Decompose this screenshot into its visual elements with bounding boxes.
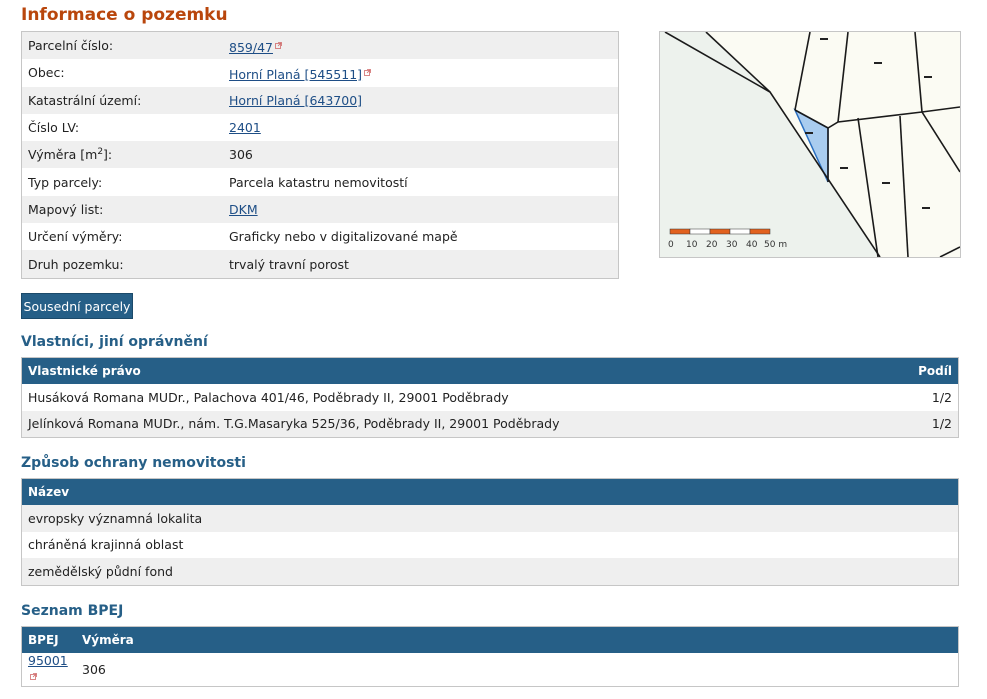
owners-table: Vlastnické právo Podíl Husáková Romana M… <box>21 357 959 438</box>
scale-segment <box>729 228 751 235</box>
owner-name: Jelínková Romana MUDr., nám. T.G.Masaryk… <box>21 410 886 438</box>
label-map-sheet: Mapový list: <box>21 195 223 224</box>
header-bpej: BPEJ <box>21 626 76 653</box>
row-municipality: Obec: Horní Planá [545511] <box>21 59 619 87</box>
value-parcel-type: Parcela katastru nemovitostí <box>223 168 619 196</box>
bpej-header-row: BPEJ Výměra <box>21 626 959 653</box>
external-link-icon[interactable] <box>364 64 371 76</box>
owner-share: 1/2 <box>886 410 959 438</box>
row-area-determination: Určení výměry: Graficky nebo v digitaliz… <box>21 223 619 251</box>
label-land-type: Druh pozemku: <box>21 250 223 279</box>
label-lv-number: Číslo LV: <box>21 113 223 142</box>
protection-header-row: Název <box>21 478 959 505</box>
map-canvas[interactable]: 0 10 20 30 40 50 m <box>660 32 960 257</box>
cadastral-area-link[interactable]: Horní Planá [643700] <box>229 93 362 108</box>
bpej-code: 95001 <box>21 653 76 687</box>
municipality-link[interactable]: Horní Planá [545511] <box>229 67 362 82</box>
row-land-type: Druh pozemku: trvalý travní porost <box>21 250 619 279</box>
parcel-map[interactable]: 0 10 20 30 40 50 m <box>659 31 961 258</box>
protection-item: chráněná krajinná oblast <box>21 531 959 558</box>
table-row: Husáková Romana MUDr., Palachova 401/46,… <box>21 384 959 411</box>
row-map-sheet: Mapový list: DKM <box>21 195 619 224</box>
label-cadastral-area: Katastrální území: <box>21 86 223 114</box>
scale-segment <box>709 228 731 235</box>
scale-label: 30 <box>726 240 738 250</box>
header-ownership-right: Vlastnické právo <box>21 357 886 384</box>
parcel-info-table: Parcelní číslo: 859/47 Obec: Horní Planá… <box>21 31 619 279</box>
table-row: chráněná krajinná oblast <box>21 531 959 558</box>
bpej-code-link[interactable]: 95001 <box>28 653 68 668</box>
label-area: Výměra [m2]: <box>21 141 223 169</box>
bpej-section-title: Seznam BPEJ <box>21 603 124 619</box>
table-row: Jelínková Romana MUDr., nám. T.G.Masaryk… <box>21 410 959 438</box>
value-area-determination: Graficky nebo v digitalizované mapě <box>223 223 619 251</box>
table-row: 95001 306 <box>21 653 959 687</box>
owner-share: 1/2 <box>886 384 959 411</box>
label-parcel-number: Parcelní číslo: <box>21 31 223 60</box>
protection-section-title: Způsob ochrany nemovitosti <box>21 455 246 471</box>
value-parcel-number: 859/47 <box>223 31 619 60</box>
neighbor-parcels-button[interactable]: Sousední parcely <box>21 293 133 319</box>
protection-item: zemědělský půdní fond <box>21 558 959 585</box>
row-parcel-type: Typ parcely: Parcela katastru nemovitost… <box>21 168 619 196</box>
row-cadastral-area: Katastrální území: Horní Planá [643700] <box>21 86 619 114</box>
scale-segment <box>669 228 691 235</box>
protection-item: evropsky významná lokalita <box>21 505 959 532</box>
value-municipality: Horní Planá [545511] <box>223 59 619 87</box>
scale-label: 20 <box>706 240 718 250</box>
header-share: Podíl <box>886 357 959 384</box>
label-parcel-type: Typ parcely: <box>21 168 223 196</box>
owner-name: Husáková Romana MUDr., Palachova 401/46,… <box>21 384 886 411</box>
value-cadastral-area: Horní Planá [643700] <box>223 86 619 114</box>
table-row: zemědělský půdní fond <box>21 558 959 585</box>
header-bpej-area: Výměra <box>76 626 959 653</box>
owners-section-title: Vlastníci, jiní oprávnění <box>21 334 208 350</box>
protection-table: Název evropsky významná lokalita chráněn… <box>21 478 959 586</box>
row-parcel-number: Parcelní číslo: 859/47 <box>21 31 619 60</box>
scale-label: 10 <box>686 240 698 250</box>
scale-label: 40 <box>746 240 758 250</box>
map-sheet-link[interactable]: DKM <box>229 202 258 217</box>
bpej-table: BPEJ Výměra 95001 306 <box>21 626 959 687</box>
external-link-icon[interactable] <box>275 37 282 49</box>
scale-segment <box>749 228 771 235</box>
external-link-icon[interactable] <box>30 668 37 680</box>
bpej-area: 306 <box>76 653 959 687</box>
value-land-type: trvalý travní porost <box>223 250 619 279</box>
map-scale-bar: 0 10 20 30 40 50 m <box>668 228 787 250</box>
value-lv-number: 2401 <box>223 113 619 142</box>
value-map-sheet: DKM <box>223 195 619 224</box>
header-name: Název <box>21 478 959 505</box>
parcel-number-link[interactable]: 859/47 <box>229 40 273 55</box>
scale-segment <box>689 228 711 235</box>
lv-number-link[interactable]: 2401 <box>229 120 261 135</box>
row-lv-number: Číslo LV: 2401 <box>21 113 619 142</box>
row-area: Výměra [m2]: 306 <box>21 141 619 169</box>
scale-label: 50 m <box>764 240 787 250</box>
value-area: 306 <box>223 141 619 169</box>
label-municipality: Obec: <box>21 59 223 87</box>
owners-header-row: Vlastnické právo Podíl <box>21 357 959 384</box>
table-row: evropsky významná lokalita <box>21 505 959 532</box>
page-title: Informace o pozemku <box>21 5 228 25</box>
scale-label: 0 <box>668 240 674 250</box>
label-area-determination: Určení výměry: <box>21 223 223 251</box>
